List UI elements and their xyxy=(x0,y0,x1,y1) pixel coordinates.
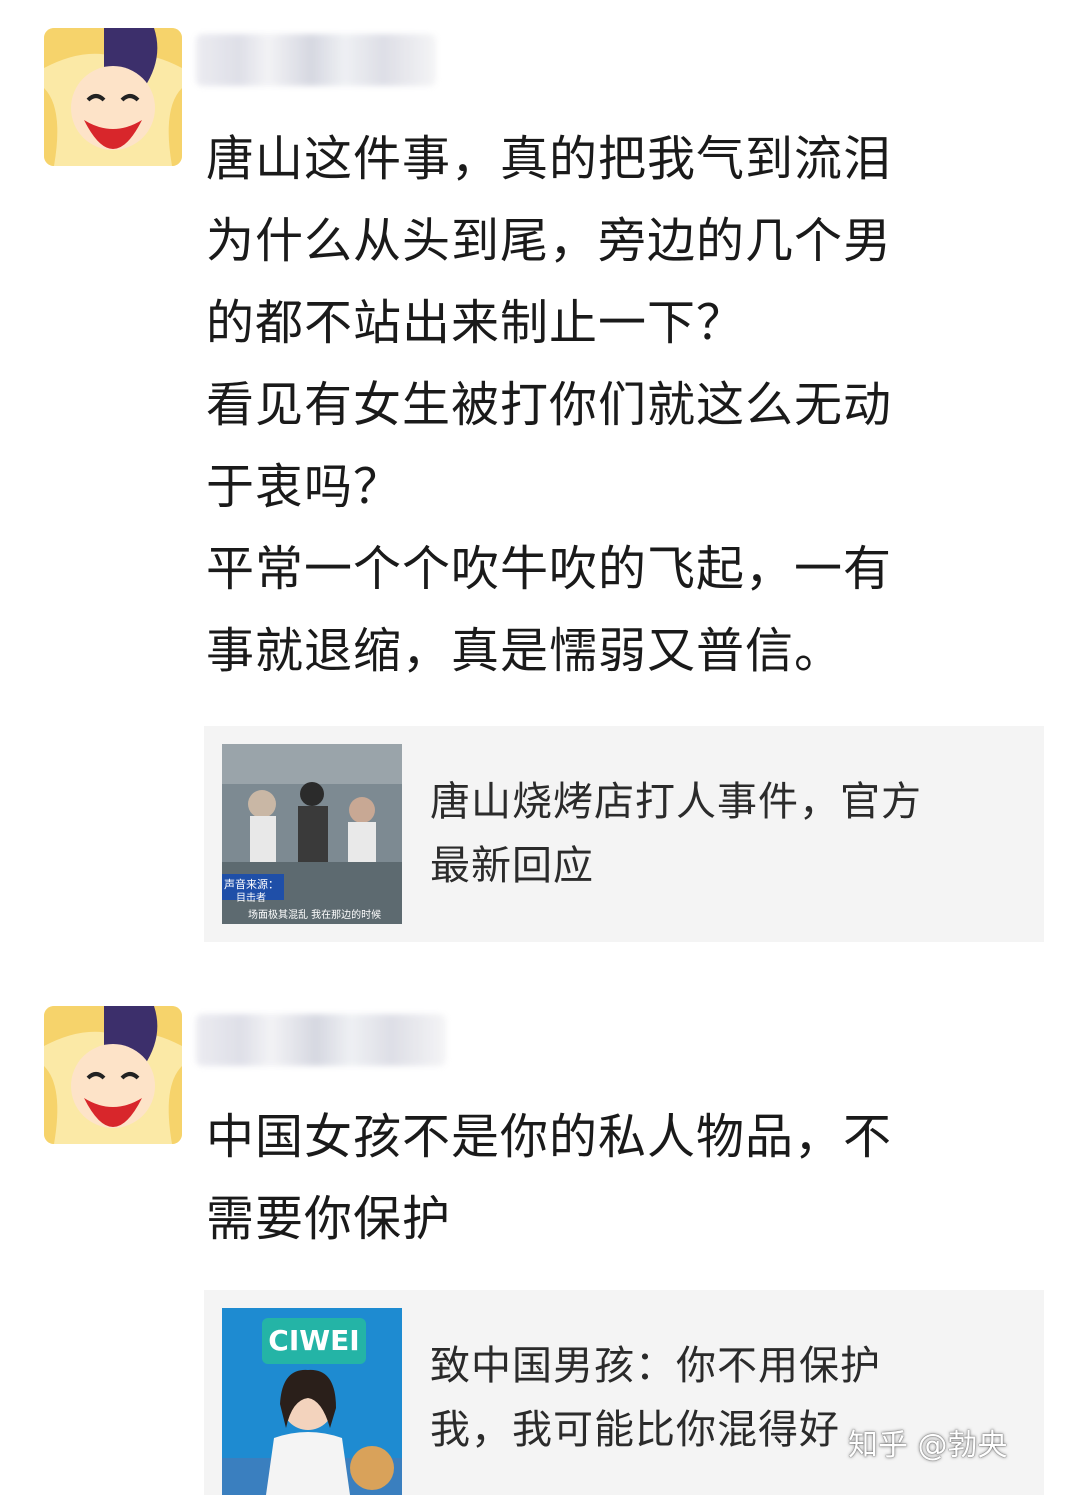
post-line: 需要你保护 xyxy=(206,1191,452,1247)
post-line: 中国女孩不是你的私人物品，不 xyxy=(206,1109,893,1165)
post-line: 看见有女生被打你们就这么无动 xyxy=(206,377,893,433)
link-card[interactable]: 声音来源： 目击者 场面极其混乱 我在那边的时候 唐山烧烤店打人事件，官方 最新… xyxy=(204,726,1044,942)
article-thumbnail: CIWEI xyxy=(222,1308,402,1495)
post-line: 于衷吗？ xyxy=(206,459,403,515)
username-blurred[interactable] xyxy=(196,1014,446,1066)
avatar[interactable] xyxy=(44,28,182,166)
post-line: 平常一个个吹牛吹的飞起，一有 xyxy=(206,541,893,597)
link-card[interactable]: CIWEI 致中国男孩：你不用保护 我，我可能比你混得好 xyxy=(204,1290,1044,1495)
avatar-image xyxy=(44,1006,182,1144)
video-thumbnail: 声音来源： 目击者 场面极其混乱 我在那边的时候 xyxy=(222,744,402,924)
card-title-line: 致中国男孩：你不用保护 xyxy=(430,1343,881,1389)
thumb-caption-sub: 目击者 xyxy=(236,893,266,904)
thumb-badge: CIWEI xyxy=(268,1324,360,1357)
post-line: 事就退缩，真是懦弱又普信。 xyxy=(206,623,844,679)
post-text: 中国女孩不是你的私人物品，不 需要你保护 xyxy=(206,1096,1026,1260)
zhihu-watermark: 知乎 @勃央 xyxy=(848,1428,1008,1463)
card-title-line: 最新回应 xyxy=(430,843,594,889)
post-line: 为什么从头到尾，旁边的几个男 xyxy=(206,213,893,269)
post-line: 的都不站出来制止一下？ xyxy=(206,295,746,351)
post-text: 唐山这件事，真的把我气到流泪 为什么从头到尾，旁边的几个男 的都不站出来制止一下… xyxy=(206,118,1026,692)
post-line: 唐山这件事，真的把我气到流泪 xyxy=(206,131,893,187)
card-title-line: 唐山烧烤店打人事件，官方 xyxy=(430,779,922,825)
avatar[interactable] xyxy=(44,1006,182,1144)
thumb-subtitle: 场面极其混乱 我在那边的时候 xyxy=(248,910,382,921)
username-blurred[interactable] xyxy=(196,34,436,86)
avatar-image xyxy=(44,28,182,166)
card-title: 唐山烧烤店打人事件，官方 最新回应 xyxy=(430,770,1010,898)
